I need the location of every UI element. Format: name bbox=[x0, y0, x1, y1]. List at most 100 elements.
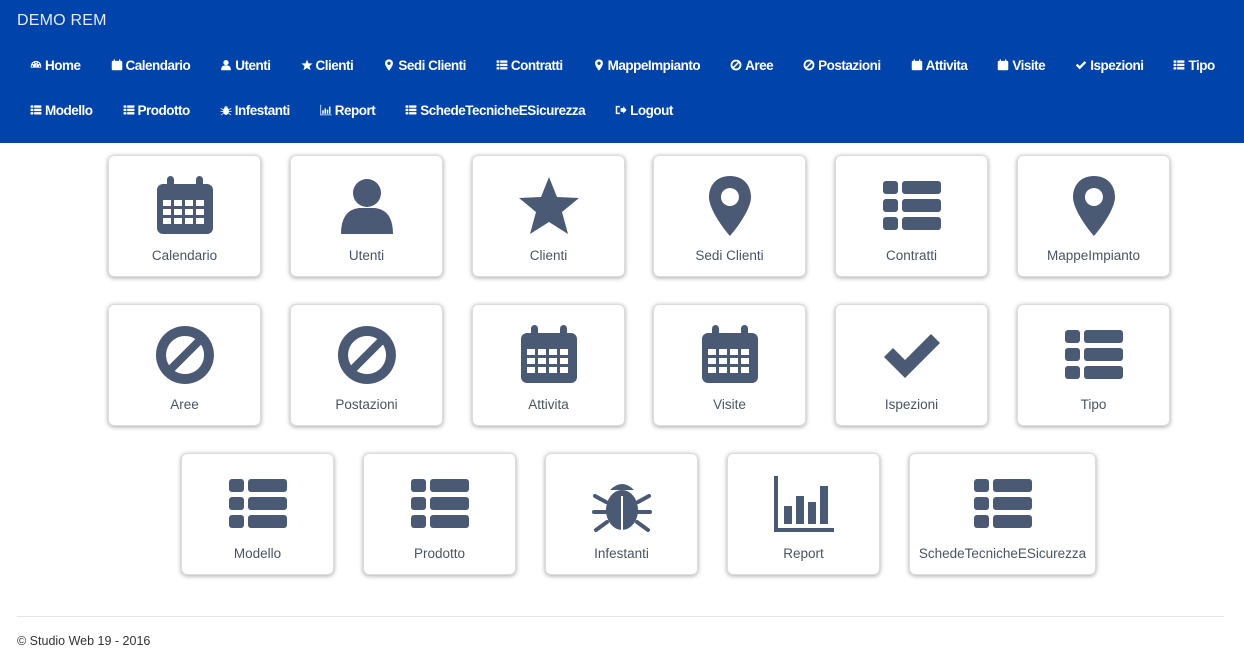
footer-copyright: © Studio Web 19 - 2016 bbox=[17, 634, 151, 648]
nav-link-label: Contratti bbox=[510, 57, 563, 73]
tile-label: Report bbox=[783, 546, 824, 561]
tile-infestanti[interactable]: Infestanti bbox=[545, 453, 698, 575]
tile-label: Infestanti bbox=[594, 546, 649, 561]
brand-title[interactable]: DEMO REM bbox=[17, 12, 107, 30]
nav-link-label: Visite bbox=[1012, 57, 1046, 73]
tile-utenti[interactable]: Utenti bbox=[290, 155, 443, 277]
nav-link-utenti[interactable]: Utenti bbox=[220, 56, 271, 74]
tile-aree[interactable]: Aree bbox=[108, 304, 261, 426]
tile-label: SchedeTecnicheESicurezza bbox=[918, 546, 1087, 561]
tile-report[interactable]: Report bbox=[727, 453, 880, 575]
bug-icon bbox=[590, 472, 654, 536]
nav-link-label: Infestanti bbox=[234, 102, 291, 118]
tile-label: Clienti bbox=[529, 248, 568, 263]
tile-sedi-clienti[interactable]: Sedi Clienti bbox=[653, 155, 806, 277]
user-icon bbox=[220, 59, 232, 71]
tile-schedetecnicheesicurezza[interactable]: SchedeTecnicheESicurezza bbox=[909, 453, 1096, 575]
list-icon bbox=[971, 472, 1035, 536]
calendar-icon bbox=[517, 323, 581, 387]
tile-clienti[interactable]: Clienti bbox=[472, 155, 625, 277]
bug-icon bbox=[220, 104, 232, 116]
map-marker-icon bbox=[698, 174, 762, 238]
nav-link-label: Logout bbox=[630, 102, 673, 118]
bar-chart-icon bbox=[772, 472, 836, 536]
nav-link-label: Aree bbox=[745, 57, 774, 73]
tile-label: Aree bbox=[170, 397, 199, 412]
tile-label: Visite bbox=[713, 397, 746, 412]
nav-link-report[interactable]: Report bbox=[320, 101, 376, 119]
nav-link-logout[interactable]: Logout bbox=[615, 101, 673, 119]
star-icon bbox=[517, 174, 581, 238]
nav-row-2: Modello Prodotto Infestanti Report SchedeTec… bbox=[0, 101, 673, 119]
tile-label: Attivita bbox=[528, 397, 569, 412]
nav-link-mappeimpianto[interactable]: MappeImpianto bbox=[593, 56, 701, 74]
nav-link-postazioni[interactable]: Postazioni bbox=[803, 56, 881, 74]
tile-contratti[interactable]: Contratti bbox=[835, 155, 988, 277]
logout-icon bbox=[615, 104, 627, 116]
list-icon bbox=[30, 104, 42, 116]
tile-calendario[interactable]: Calendario bbox=[108, 155, 261, 277]
navbar: DEMO REM Home Calendario Utenti Clienti Sedi… bbox=[0, 0, 1244, 143]
nav-row-1: Home Calendario Utenti Clienti Sedi Clienti C… bbox=[0, 56, 1215, 74]
tile-tipo[interactable]: Tipo bbox=[1017, 304, 1170, 426]
nav-link-home[interactable]: Home bbox=[30, 56, 81, 74]
nav-link-label: Sedi Clienti bbox=[398, 57, 466, 73]
nav-link-tipo[interactable]: Tipo bbox=[1173, 56, 1215, 74]
nav-link-label: Report bbox=[334, 102, 376, 118]
nav-link-aree[interactable]: Aree bbox=[730, 56, 774, 74]
tile-postazioni[interactable]: Postazioni bbox=[290, 304, 443, 426]
nav-link-infestanti[interactable]: Infestanti bbox=[220, 101, 290, 119]
nav-link-calendario[interactable]: Calendario bbox=[111, 56, 191, 74]
check-icon bbox=[1075, 59, 1087, 71]
nav-link-modello[interactable]: Modello bbox=[30, 101, 93, 119]
nav-link-label: Tipo bbox=[1188, 57, 1215, 73]
ban-icon bbox=[730, 59, 742, 71]
nav-link-prodotto[interactable]: Prodotto bbox=[123, 101, 190, 119]
footer-divider bbox=[17, 616, 1224, 617]
list-icon bbox=[1173, 59, 1185, 71]
star-icon bbox=[300, 59, 313, 71]
tile-modello[interactable]: Modello bbox=[181, 453, 334, 575]
nav-link-clienti[interactable]: Clienti bbox=[300, 56, 354, 74]
nav-link-label: Attivita bbox=[925, 57, 968, 73]
tile-label: Postazioni bbox=[335, 397, 398, 412]
tile-label: MappeImpianto bbox=[1046, 248, 1141, 263]
user-icon bbox=[335, 174, 399, 238]
map-marker-icon bbox=[383, 59, 395, 71]
tile-ispezioni[interactable]: Ispezioni bbox=[835, 304, 988, 426]
tile-visite[interactable]: Visite bbox=[653, 304, 806, 426]
ban-icon bbox=[335, 323, 399, 387]
nav-link-label: Postazioni bbox=[818, 57, 881, 73]
list-icon bbox=[123, 104, 135, 116]
nav-link-attivita[interactable]: Attivita bbox=[911, 56, 968, 74]
nav-link-label: Utenti bbox=[235, 57, 271, 73]
nav-link-label: Calendario bbox=[125, 57, 191, 73]
tile-attivita[interactable]: Attivita bbox=[472, 304, 625, 426]
map-marker-icon bbox=[593, 59, 605, 71]
nav-link-schedetecnicheesicurezza[interactable]: SchedeTecnicheESicurezza bbox=[405, 101, 586, 119]
tile-label: Calendario bbox=[151, 248, 218, 263]
tile-label: Prodotto bbox=[413, 546, 466, 561]
nav-link-visite[interactable]: Visite bbox=[997, 56, 1046, 74]
tile-label: Ispezioni bbox=[884, 397, 939, 412]
bar-chart-icon bbox=[320, 104, 332, 116]
check-icon bbox=[880, 323, 944, 387]
nav-link-contratti[interactable]: Contratti bbox=[496, 56, 563, 74]
tile-label: Contratti bbox=[885, 248, 938, 263]
nav-link-label: Home bbox=[45, 57, 81, 73]
nav-link-label: SchedeTecnicheESicurezza bbox=[420, 102, 586, 118]
tile-prodotto[interactable]: Prodotto bbox=[363, 453, 516, 575]
nav-link-label: Clienti bbox=[315, 57, 354, 73]
nav-link-sedi-clienti[interactable]: Sedi Clienti bbox=[383, 56, 466, 74]
ban-icon bbox=[153, 323, 217, 387]
nav-link-label: MappeImpianto bbox=[607, 57, 701, 73]
dashboard-icon bbox=[30, 59, 42, 71]
list-icon bbox=[880, 174, 944, 238]
list-icon bbox=[405, 104, 417, 116]
list-icon bbox=[408, 472, 472, 536]
nav-link-label: Prodotto bbox=[137, 102, 191, 118]
nav-link-ispezioni[interactable]: Ispezioni bbox=[1075, 56, 1144, 74]
tile-label: Sedi Clienti bbox=[695, 248, 764, 263]
nav-link-label: Modello bbox=[45, 102, 93, 118]
tile-mappeimpianto[interactable]: MappeImpianto bbox=[1017, 155, 1170, 277]
